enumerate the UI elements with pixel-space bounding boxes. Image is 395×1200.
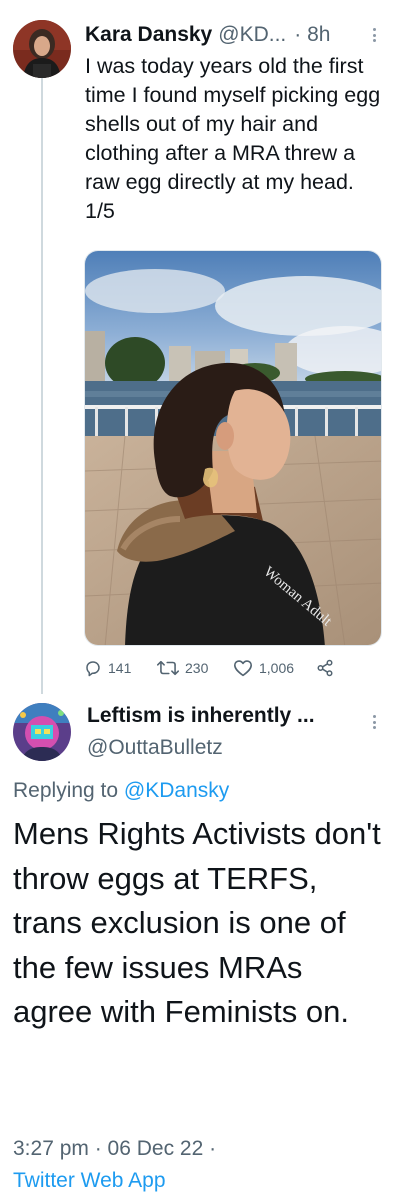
- replying-to: Replying to @KDansky: [13, 779, 229, 803]
- author-handle[interactable]: @KD...: [218, 23, 286, 47]
- author-name[interactable]: Leftism is inherently ...: [87, 704, 357, 728]
- tweet-header: Kara Dansky @KD... · 8h: [85, 20, 385, 50]
- share-button[interactable]: [316, 654, 334, 682]
- like-button[interactable]: 1,006: [233, 654, 294, 682]
- avatar[interactable]: [13, 703, 71, 761]
- retweet-icon: [157, 659, 179, 677]
- reply-count: 141: [108, 660, 132, 676]
- reply-button[interactable]: 141: [84, 654, 131, 682]
- replying-prefix: Replying to: [13, 779, 124, 802]
- avatar[interactable]: [13, 20, 71, 78]
- thread-connector-line: [41, 78, 43, 694]
- tweet-main[interactable]: Kara Dansky @KD... · 8h I was today year…: [0, 0, 395, 694]
- reply-icon: [84, 659, 102, 677]
- tweet-source-link[interactable]: Twitter Web App: [13, 1169, 166, 1193]
- more-dots-icon[interactable]: [368, 712, 380, 732]
- author-name[interactable]: Kara Dansky: [85, 23, 212, 47]
- tweet-actions: 141 230 1,006: [84, 654, 384, 682]
- mention-link[interactable]: @KDansky: [124, 779, 229, 802]
- author-handle[interactable]: @OuttaBulletz: [87, 736, 223, 760]
- share-icon: [316, 659, 334, 677]
- retweet-button[interactable]: 230: [157, 654, 208, 682]
- tweet-time[interactable]: · 8h: [294, 23, 330, 47]
- more-dots-icon[interactable]: [368, 25, 380, 45]
- tweet-timestamp[interactable]: 3:27 pm · 06 Dec 22 ·: [13, 1137, 216, 1161]
- heart-icon: [233, 659, 253, 677]
- retweet-count: 230: [185, 660, 209, 676]
- tweet-text: I was today years old the first time I f…: [85, 54, 381, 223]
- tweet-text: Mens Rights Activists don't throw eggs a…: [13, 816, 381, 1029]
- like-count: 1,006: [259, 660, 295, 676]
- tweet-photo[interactable]: Woman Adult: [84, 250, 382, 646]
